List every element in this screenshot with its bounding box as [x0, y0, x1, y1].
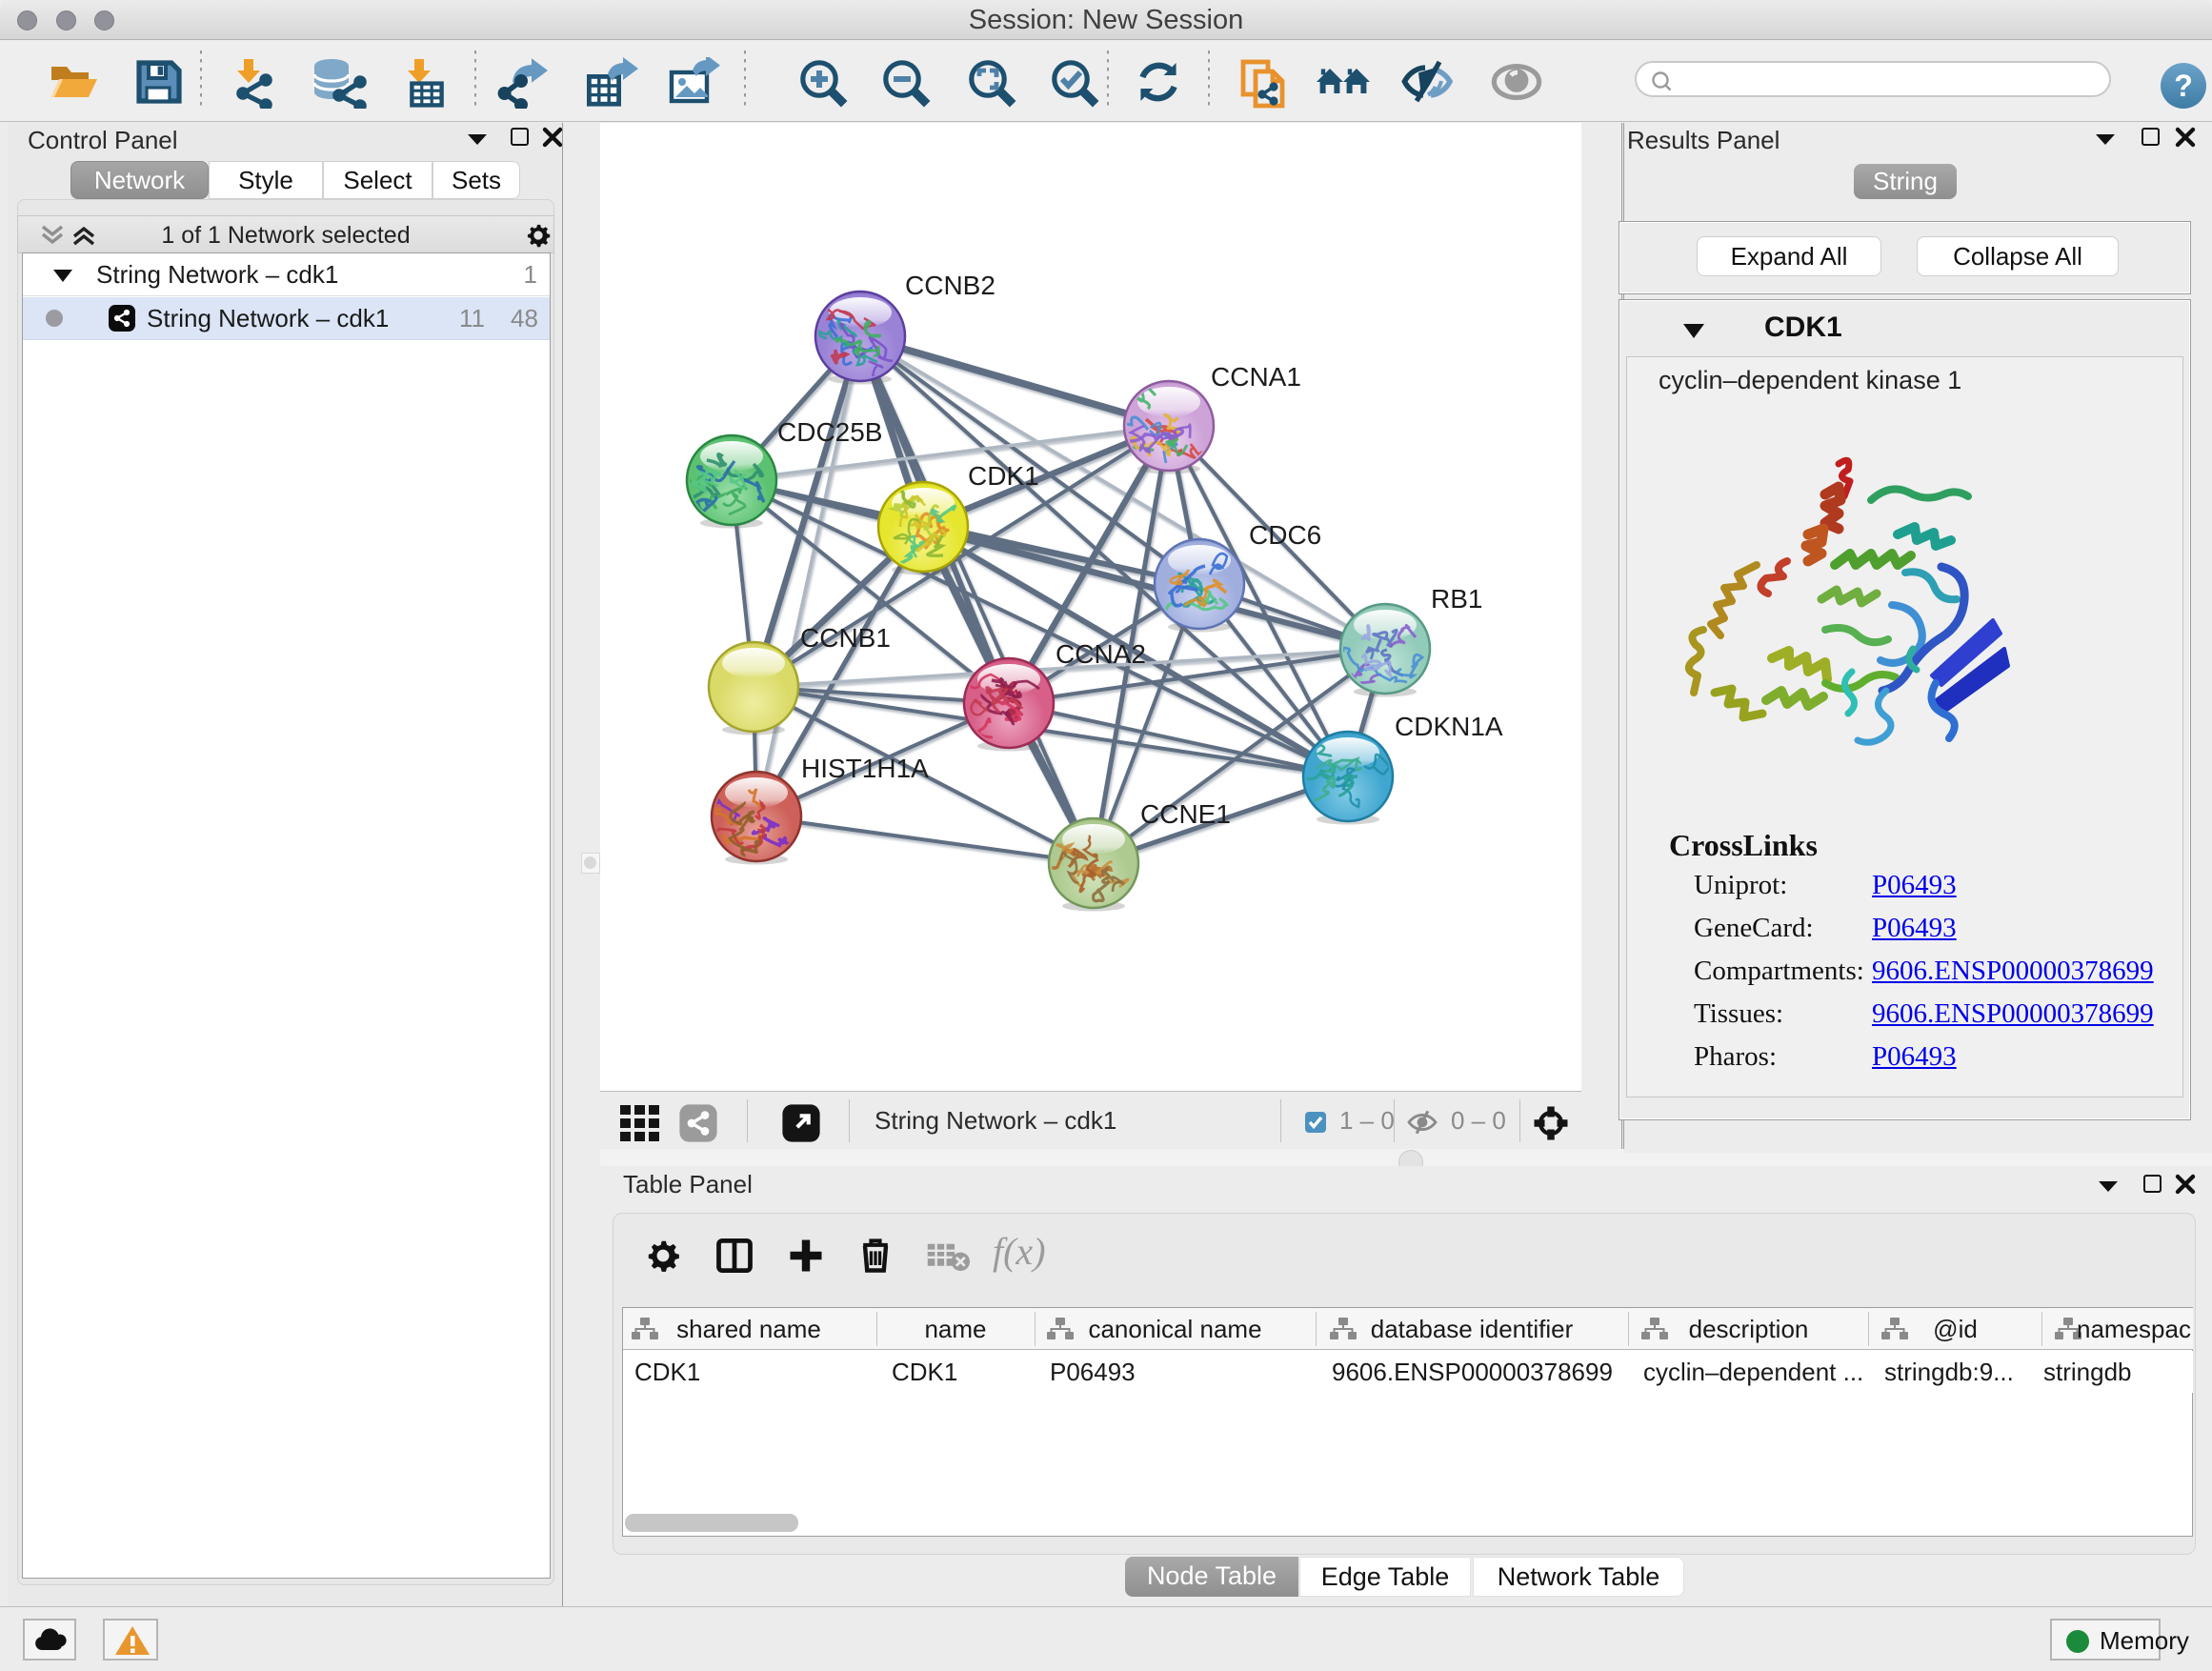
svg-text:RB1: RB1 — [1431, 584, 1482, 614]
svg-text:CCNA1: CCNA1 — [1211, 362, 1301, 392]
svg-text:CDC6: CDC6 — [1249, 520, 1321, 550]
svg-text:CDC25B: CDC25B — [777, 417, 882, 447]
svg-text:CCNB2: CCNB2 — [905, 271, 995, 300]
svg-text:HIST1H1A: HIST1H1A — [801, 754, 929, 783]
svg-text:CDKN1A: CDKN1A — [1395, 712, 1503, 741]
svg-text:CDK1: CDK1 — [968, 461, 1039, 491]
svg-text:CCNB1: CCNB1 — [800, 623, 891, 653]
svg-text:CCNA2: CCNA2 — [1056, 639, 1146, 669]
svg-text:?: ? — [2174, 69, 2193, 103]
svg-text:CCNE1: CCNE1 — [1140, 799, 1231, 829]
